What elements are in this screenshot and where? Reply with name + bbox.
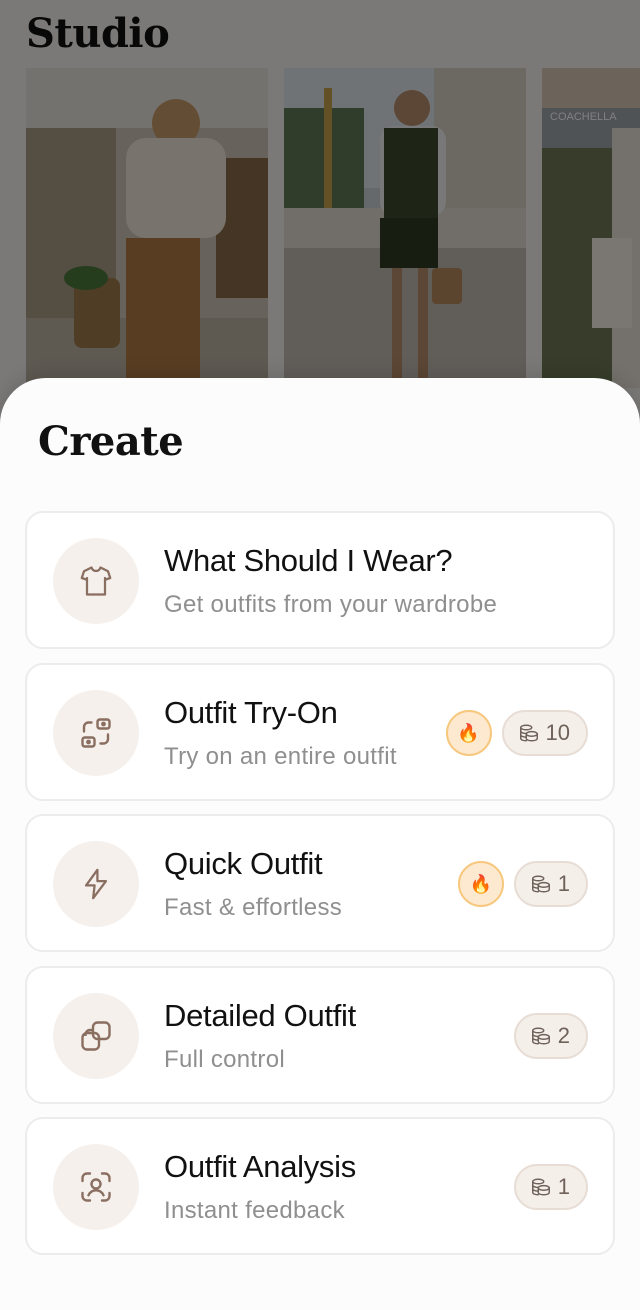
create-title: Create: [38, 418, 184, 465]
detailed-outfit-card[interactable]: Detailed Outfit Full control 2: [25, 965, 615, 1104]
card-title: Detailed Outfit: [164, 997, 356, 1033]
layers-icon: [53, 992, 139, 1079]
card-subtitle: Fast & effortless: [164, 894, 343, 921]
swap-icon: [53, 689, 139, 776]
card-badges: 1: [513, 1164, 588, 1210]
coins-icon: [531, 1026, 550, 1045]
quick-outfit-card[interactable]: Quick Outfit Fast & effortless 🔥 1: [25, 814, 615, 952]
card-badges: 🔥 10: [445, 709, 588, 756]
coins-icon: [531, 1178, 550, 1196]
lightning-icon: [53, 841, 139, 927]
credits-badge: 1: [513, 1164, 588, 1210]
credits-badge: 1: [513, 861, 588, 907]
card-title: Outfit Try-On: [164, 694, 338, 730]
card-title: What Should I Wear?: [164, 543, 453, 578]
card-title: Quick Outfit: [164, 846, 323, 881]
fire-badge: 🔥: [445, 709, 492, 756]
card-title: Outfit Analysis: [164, 1149, 356, 1184]
card-subtitle: Try on an entire outfit: [164, 742, 397, 770]
outfit-analysis-card[interactable]: Outfit Analysis Instant feedback 1: [25, 1117, 615, 1255]
outfit-try-on-card[interactable]: Outfit Try-On Try on an entire outfit 🔥 …: [25, 662, 615, 801]
credits-count: 1: [557, 1174, 570, 1199]
scan-person-icon: [53, 1144, 139, 1230]
card-subtitle: Get outfits from your wardrobe: [164, 591, 498, 618]
credits-badge: 10: [501, 709, 588, 756]
card-badges: 🔥 1: [457, 861, 588, 907]
card-subtitle: Instant feedback: [164, 1197, 345, 1224]
fire-icon: 🔥: [457, 722, 480, 743]
create-sheet: Create What Should I Wear? Get outfits f…: [0, 378, 640, 1310]
create-options-list: What Should I Wear? Get outfits from you…: [25, 511, 615, 1269]
tshirt-icon: [53, 538, 139, 624]
credits-count: 1: [557, 871, 570, 896]
coins-icon: [531, 875, 550, 893]
credits-badge: 2: [513, 1012, 588, 1059]
coins-icon: [519, 723, 538, 742]
fire-icon: 🔥: [469, 874, 492, 894]
credits-count: 10: [545, 719, 570, 745]
what-should-i-wear-card[interactable]: What Should I Wear? Get outfits from you…: [25, 511, 615, 649]
credits-count: 2: [557, 1022, 570, 1048]
fire-badge: 🔥: [457, 861, 504, 907]
modal-overlay[interactable]: [0, 0, 640, 420]
card-subtitle: Full control: [164, 1045, 285, 1073]
card-badges: 2: [513, 1012, 588, 1059]
